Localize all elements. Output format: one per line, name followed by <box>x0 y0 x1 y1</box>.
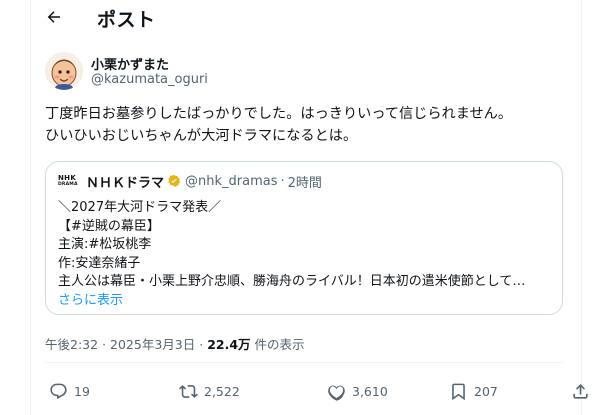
quoted-text-line: ＼2027年大河ドラマ発表／ <box>58 200 222 215</box>
post-detail-panel: ポスト 小栗かずまた @kazumata_oguri 丁度昨日お墓参りしたばっか… <box>30 0 588 415</box>
post-text-line: 丁度昨日お墓参りしたばっかりでした。はっきりいって信じられません。 <box>45 106 513 122</box>
quoted-text-line: 【#逆賊の幕臣】 <box>58 218 160 234</box>
repost-count: 2,522 <box>204 383 240 399</box>
page-title: ポスト <box>97 9 156 31</box>
quoted-post-time: 2時間 <box>287 175 322 191</box>
separator-dot: · <box>199 337 204 352</box>
views-count: 22.4万 <box>207 337 251 352</box>
post-text-line: ひいひいおじいちゃんが大河ドラマになるとは。 <box>45 128 358 144</box>
share-button[interactable] <box>571 378 590 404</box>
post-date[interactable]: 2025年3月3日 <box>110 337 195 352</box>
quoted-post[interactable]: NHK DRAMA ＮＨＫドラマ @nhk_dramas · 2時間 ＼2027… <box>45 161 563 315</box>
reply-icon <box>50 383 67 399</box>
like-button[interactable]: 3,610 <box>327 378 388 404</box>
share-icon <box>573 383 588 399</box>
bookmark-icon <box>452 383 465 400</box>
reply-count: 19 <box>74 383 90 399</box>
quoted-author-handle: @nhk_dramas <box>185 173 278 189</box>
verified-gold-badge-icon <box>168 174 181 188</box>
quoted-text-line: 作:安達奈緒子 <box>58 255 141 271</box>
views-label: 件の表示 <box>254 337 305 352</box>
bookmark-button[interactable]: 207 <box>449 378 498 404</box>
repost-icon <box>179 384 198 398</box>
separator-dot: · <box>280 173 285 189</box>
back-arrow-icon <box>47 11 60 23</box>
separator-dot: · <box>102 337 107 352</box>
repost-button[interactable]: 2,522 <box>179 378 240 404</box>
nhk-drama-logo: NHK DRAMA <box>58 173 78 187</box>
author-handle[interactable]: @kazumata_oguri <box>91 72 208 87</box>
post-time[interactable]: 午後2:32 <box>45 337 98 352</box>
like-count: 3,610 <box>352 383 388 399</box>
quoted-post-header: NHK DRAMA ＮＨＫドラマ @nhk_dramas · 2時間 <box>58 172 322 191</box>
quoted-text-line: 主人公は幕臣・小栗上野介忠順、勝海舟のライバル！日本初の遣米使節として… <box>58 274 526 289</box>
back-button[interactable] <box>41 4 67 30</box>
author-name[interactable]: 小栗かずまた <box>91 54 169 73</box>
post-body: 丁度昨日お墓参りしたばっかりでした。はっきりいって信じられません。 ひいひいおじ… <box>45 103 575 147</box>
like-icon <box>328 385 345 401</box>
post-meta: 午後2:32 · 2025年3月3日 · 22.4万 件の表示 <box>45 334 305 353</box>
divider <box>45 362 563 363</box>
quoted-post-body: ＼2027年大河ドラマ発表／ 【#逆賊の幕臣】 主演:#松坂桃李 作:安達奈緒子… <box>58 199 554 310</box>
post-author: 小栗かずまた @kazumata_oguri <box>45 50 565 94</box>
reply-button[interactable]: 19 <box>49 378 90 404</box>
quoted-text-line: 主演:#松坂桃李 <box>58 237 152 252</box>
bookmark-count: 207 <box>474 383 498 399</box>
action-bar: 19 2,522 3,610 207 <box>45 378 588 404</box>
top-bar: ポスト <box>31 0 581 34</box>
show-more-link[interactable]: さらに表示 <box>58 292 554 311</box>
avatar[interactable] <box>45 52 83 90</box>
quoted-author-name: ＮＨＫドラマ <box>86 175 165 191</box>
